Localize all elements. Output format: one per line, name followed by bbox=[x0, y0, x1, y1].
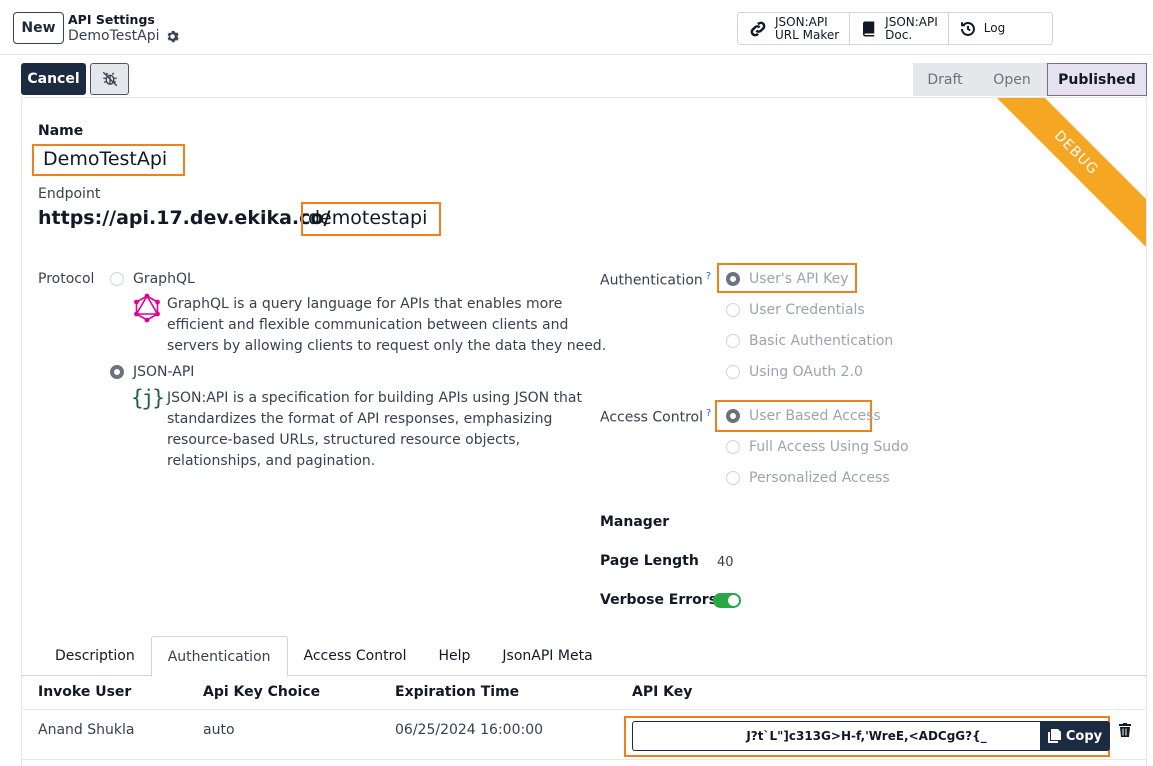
stage-published[interactable]: Published bbox=[1047, 63, 1147, 96]
cell-expiration-time[interactable]: 06/25/2024 16:00:00 bbox=[395, 722, 543, 738]
top-bar: New API Settings DemoTestApi JSON:API URL… bbox=[0, 0, 1153, 55]
gear-icon[interactable] bbox=[166, 30, 179, 43]
protocol-radio-graphql[interactable] bbox=[110, 272, 124, 286]
stage-open[interactable]: Open bbox=[977, 63, 1047, 96]
manager-label: Manager bbox=[600, 514, 670, 530]
access-radio-personalized[interactable] bbox=[726, 471, 740, 485]
graphql-description: GraphQL is a query language for APIs tha… bbox=[167, 296, 607, 354]
access-control-label: Access Control? bbox=[600, 408, 712, 426]
access-option-personalized[interactable]: Personalized Access bbox=[726, 470, 890, 486]
auth-option-oauth[interactable]: Using OAuth 2.0 bbox=[726, 364, 863, 380]
link-icon bbox=[750, 21, 766, 36]
log-label: Log bbox=[983, 21, 1006, 35]
url-maker-label: JSON:API URL Maker bbox=[775, 14, 840, 42]
name-label: Name bbox=[38, 123, 84, 139]
protocol-jsonapi-label: JSON-API bbox=[133, 364, 195, 380]
tab-description[interactable]: Description bbox=[39, 636, 151, 676]
authentication-label: Authentication? bbox=[600, 271, 712, 289]
auth-radio-oauth[interactable] bbox=[726, 365, 740, 379]
tab-authentication[interactable]: Authentication bbox=[150, 636, 288, 677]
auth-option-api-key[interactable]: User's API Key bbox=[726, 271, 848, 287]
access-option-user-based[interactable]: User Based Access bbox=[726, 408, 881, 424]
protocol-option-graphql[interactable]: GraphQL bbox=[110, 271, 195, 287]
trash-icon[interactable] bbox=[1119, 723, 1131, 737]
protocol-label: Protocol bbox=[38, 271, 95, 287]
breadcrumb-current-label: DemoTestApi bbox=[68, 28, 160, 44]
stage-draft[interactable]: Draft bbox=[913, 63, 977, 96]
form-sheet: DEBUG Name DemoTestApi Endpoint https://… bbox=[21, 97, 1147, 766]
log-button[interactable]: Log bbox=[949, 13, 1052, 44]
status-bar: Draft Open Published bbox=[913, 63, 1147, 96]
endpoint-label: Endpoint bbox=[38, 186, 101, 202]
bug-slash-icon bbox=[102, 71, 117, 87]
verbose-errors-toggle[interactable] bbox=[713, 593, 741, 608]
column-header-invoke-user[interactable]: Invoke User bbox=[38, 684, 131, 700]
api-key-field[interactable]: J?t`L"]c313G>H-f,'WreE,<ADCgG?{_ bbox=[632, 721, 1040, 751]
endpoint-base: https://api.17.dev.ekika.co/ bbox=[38, 207, 331, 229]
graphql-icon bbox=[134, 293, 160, 323]
debug-toggle-button[interactable] bbox=[90, 63, 129, 95]
access-control-help-marker[interactable]: ? bbox=[706, 408, 711, 419]
access-option-sudo[interactable]: Full Access Using Sudo bbox=[726, 439, 909, 455]
endpoint-path-field[interactable]: demotestapi bbox=[301, 202, 441, 236]
cell-api-key-choice[interactable]: auto bbox=[203, 722, 235, 738]
book-icon bbox=[863, 21, 875, 36]
breadcrumb-parent[interactable]: API Settings bbox=[68, 12, 155, 27]
column-header-api-key-choice[interactable]: Api Key Choice bbox=[203, 684, 320, 700]
column-header-api-key[interactable]: API Key bbox=[632, 684, 692, 700]
jsonapi-description: JSON:API is a specification for building… bbox=[167, 390, 583, 469]
copy-button[interactable]: Copy bbox=[1040, 721, 1110, 751]
tab-access-control[interactable]: Access Control bbox=[288, 636, 423, 676]
action-button-group: JSON:API URL Maker JSON:API Doc. Log bbox=[737, 12, 1053, 45]
auth-radio-api-key[interactable] bbox=[726, 272, 740, 286]
authentication-help-marker[interactable]: ? bbox=[706, 271, 711, 282]
page-length-field[interactable]: 40 bbox=[717, 555, 734, 570]
protocol-radio-jsonapi[interactable] bbox=[110, 365, 124, 379]
new-button[interactable]: New bbox=[13, 12, 64, 44]
json-braces-icon: {j} bbox=[131, 386, 165, 410]
protocol-graphql-label: GraphQL bbox=[133, 271, 195, 287]
auth-radio-basic[interactable] bbox=[726, 334, 740, 348]
cancel-button[interactable]: Cancel bbox=[21, 63, 86, 95]
copy-label: Copy bbox=[1065, 728, 1103, 744]
copy-icon bbox=[1047, 729, 1061, 743]
column-header-expiration-time[interactable]: Expiration Time bbox=[395, 684, 519, 700]
doc-label: JSON:API Doc. bbox=[885, 14, 938, 42]
tab-help[interactable]: Help bbox=[423, 636, 487, 676]
tab-jsonapi-meta[interactable]: JsonAPI Meta bbox=[486, 636, 608, 676]
verbose-errors-label: Verbose Errors bbox=[600, 592, 718, 608]
name-field[interactable]: DemoTestApi bbox=[32, 144, 185, 176]
debug-ribbon: DEBUG bbox=[982, 98, 1146, 247]
access-radio-user-based[interactable] bbox=[726, 409, 740, 423]
breadcrumb-current: DemoTestApi bbox=[68, 28, 179, 44]
doc-button[interactable]: JSON:API Doc. bbox=[850, 13, 949, 44]
access-radio-sudo[interactable] bbox=[726, 440, 740, 454]
auth-radio-credentials[interactable] bbox=[726, 303, 740, 317]
cell-invoke-user[interactable]: Anand Shukla bbox=[38, 722, 134, 738]
auth-option-credentials[interactable]: User Credentials bbox=[726, 302, 865, 318]
api-key-highlight: J?t`L"]c313G>H-f,'WreE,<ADCgG?{_ Copy bbox=[624, 716, 1110, 757]
auth-option-basic[interactable]: Basic Authentication bbox=[726, 333, 893, 349]
protocol-option-jsonapi[interactable]: JSON-API bbox=[110, 364, 194, 380]
url-maker-button[interactable]: JSON:API URL Maker bbox=[738, 13, 851, 44]
notebook-tabs: Description Authentication Access Contro… bbox=[22, 636, 1146, 677]
page-length-label: Page Length bbox=[600, 553, 699, 569]
history-icon bbox=[960, 21, 975, 36]
